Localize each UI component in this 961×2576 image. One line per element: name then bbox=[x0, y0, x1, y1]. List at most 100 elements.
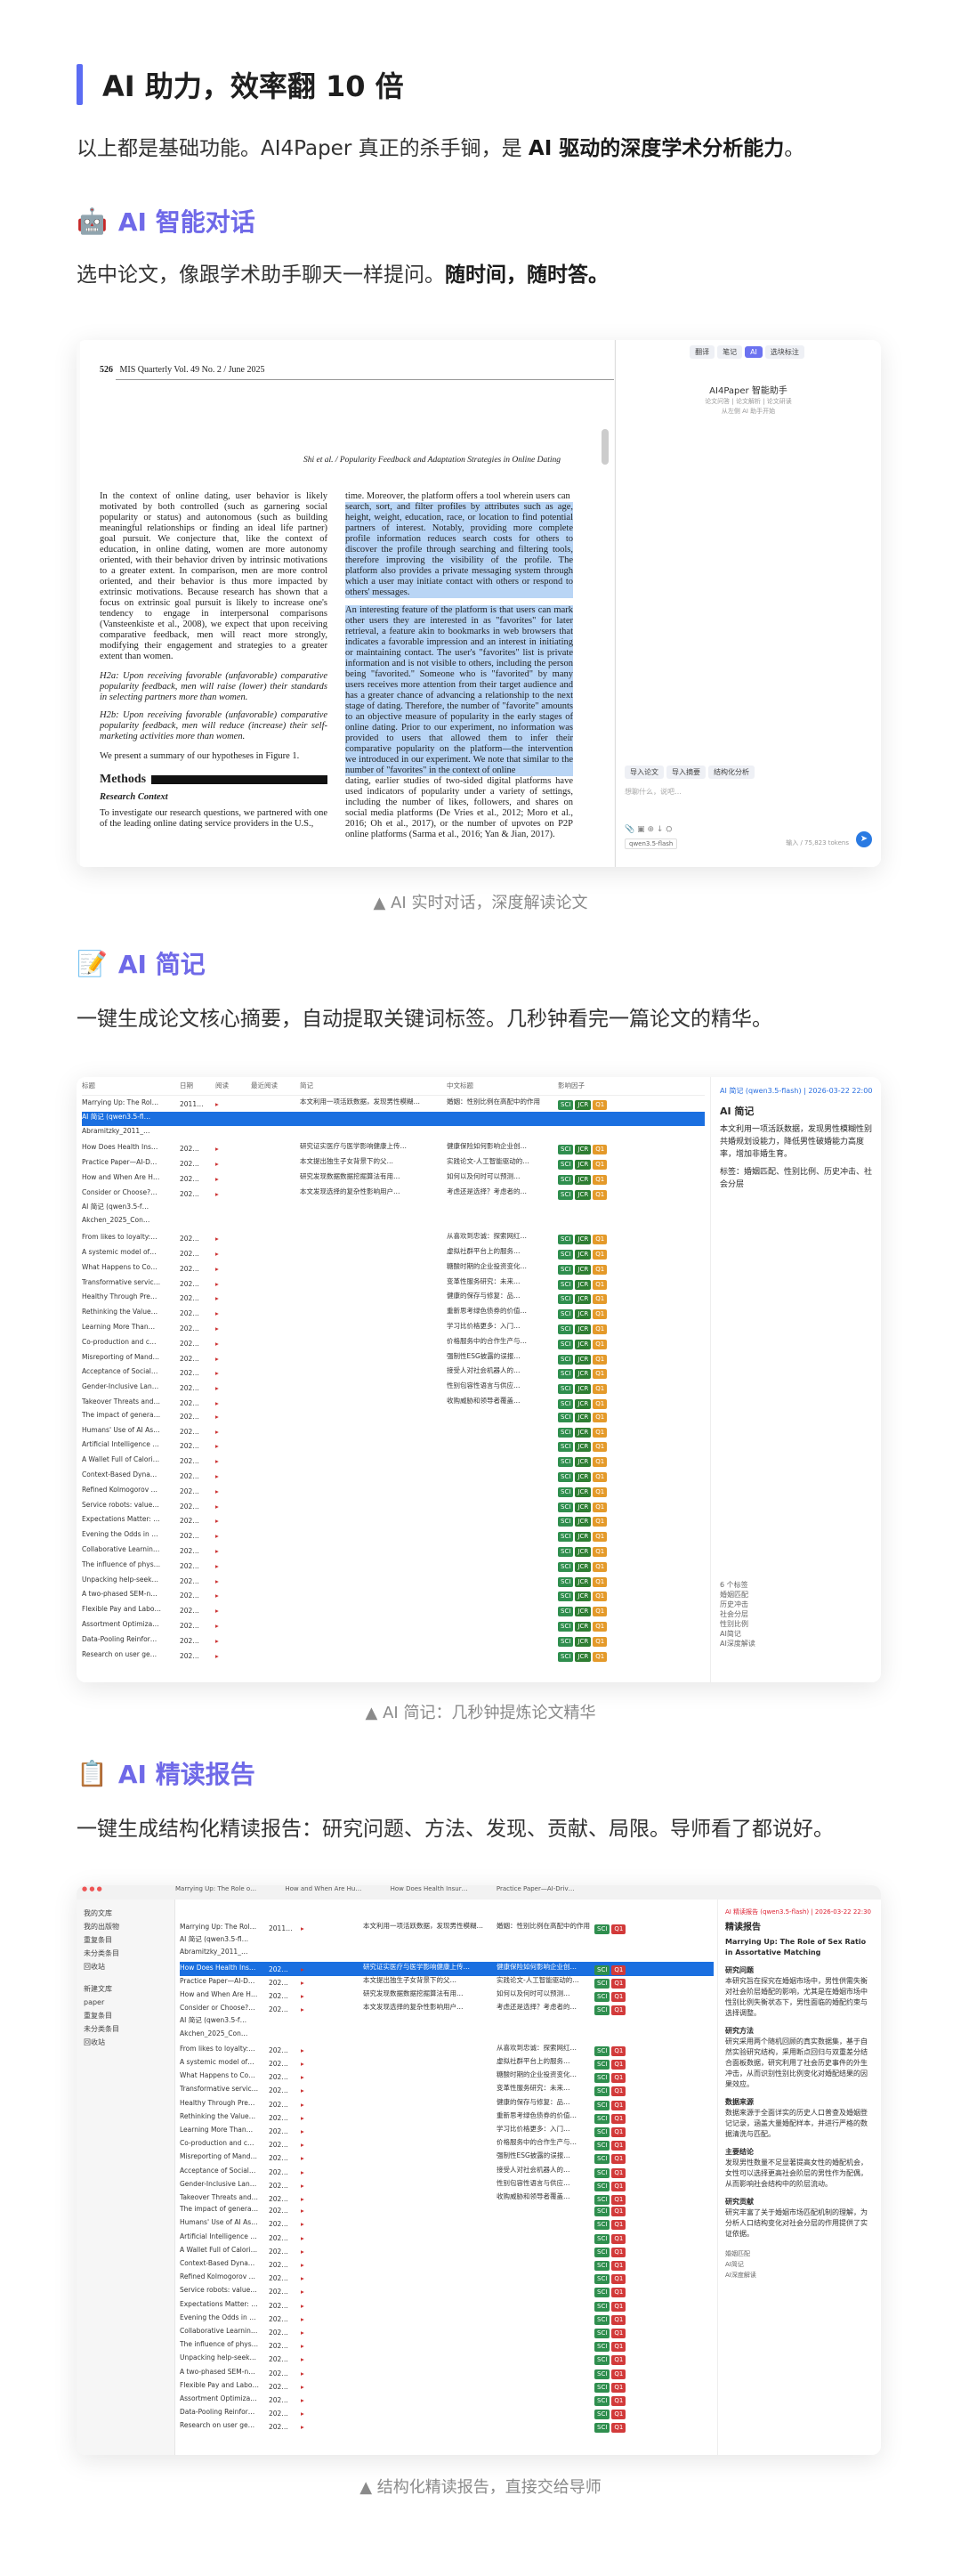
table-row[interactable]: Co-production and c… 202… ▸ 价格服务中的合作生产与… SCI… bbox=[180, 2137, 714, 2151]
table-row[interactable]: Consider or Choose?… 202… ▸ 本文发现选择的复杂性影响用户…… bbox=[180, 2002, 714, 2016]
table-row[interactable]: Evening the Odds in … 202… ▸ SCI Q1 bbox=[180, 2313, 714, 2328]
tag-item[interactable]: AI深度解读 bbox=[725, 2270, 874, 2280]
table-row[interactable]: Marrying Up: The Rol… 2011… ▸ 本文利用一项活跃数据，发现… bbox=[82, 1097, 705, 1111]
table-row[interactable]: Takeover Threats and… 202… ▸ 收购威胁和领导者覆盖… SCI… bbox=[180, 2191, 714, 2206]
tag-item[interactable]: 社会分层 bbox=[720, 1609, 755, 1619]
model-select[interactable]: qwen3.5-flash bbox=[625, 838, 678, 849]
table-row[interactable]: Misreporting of Mand… 202… ▸ 强制性ESG披露的误报… SC… bbox=[82, 1351, 705, 1365]
table-row[interactable]: Evening the Odds in … 202… ▸ SCI JCR Q1 bbox=[82, 1530, 705, 1544]
tag-item[interactable]: 性别比例 bbox=[720, 1619, 755, 1629]
table-row[interactable]: Collaborative Learnin… 202… ▸ SCI Q1 bbox=[180, 2327, 714, 2341]
table-row[interactable]: The impact of genera… 202… ▸ SCI Q1 bbox=[180, 2205, 714, 2219]
table-row[interactable]: How and When Are H… 202… ▸ 研究发现数据数据挖掘算法有用… 如… bbox=[82, 1171, 705, 1186]
table-row[interactable]: Assortment Optimiza… 202… ▸ SCI JCR Q1 bbox=[82, 1620, 705, 1634]
table-row[interactable]: Refined Kolmogorov … 202… ▸ SCI JCR Q1 bbox=[82, 1486, 705, 1500]
table-row[interactable]: Rethinking the Value… 202… ▸ 重新思考绿色债券的价值… SC… bbox=[180, 2110, 714, 2125]
tab-1[interactable]: Marrying Up: The Role o… bbox=[175, 1885, 256, 1892]
sidebar-item[interactable]: 我的文库 bbox=[84, 1907, 167, 1920]
sidebar-item[interactable]: 我的出版物 bbox=[84, 1920, 167, 1933]
table-row[interactable]: Learning More Than… 202… ▸ 学习比价格更多：入门… SCI JC… bbox=[82, 1321, 705, 1335]
table-row[interactable]: Artificial Intelligence … 202… ▸ SCI JCR Q1 bbox=[82, 1440, 705, 1454]
table-row[interactable]: Collaborative Learnin… 202… ▸ SCI JCR Q1 bbox=[82, 1545, 705, 1559]
table-row[interactable]: Humans' Use of AI As… 202… ▸ SCI Q1 bbox=[180, 2218, 714, 2232]
tab-ai[interactable]: AI bbox=[745, 346, 763, 358]
table-row[interactable]: Practice Paper—AI-D… 202… ▸ 本文提出独生子女背景下的父… 实… bbox=[180, 1975, 714, 1989]
table-row[interactable]: Learning More Than… 202… ▸ 学习比价格更多：入门… SCI Q1 bbox=[180, 2124, 714, 2138]
table-row[interactable]: Refined Kolmogorov … 202… ▸ SCI Q1 bbox=[180, 2272, 714, 2287]
tab-annotate[interactable]: 选块标注 bbox=[764, 345, 804, 359]
table-row[interactable]: Acceptance of Social… 202… ▸ 接受人对社会机器人的… SCI… bbox=[82, 1365, 705, 1380]
table-row[interactable]: Transformative servic… 202… ▸ 变革性服务研究：未来… SC… bbox=[82, 1276, 705, 1291]
table-row[interactable]: Co-production and c… 202… ▸ 价格服务中的合作生产与… SCI… bbox=[82, 1336, 705, 1350]
tab-translate[interactable]: 翻译 bbox=[690, 345, 715, 359]
table-row[interactable]: Gender-Inclusive Lan… 202… ▸ 性别包容性语言与供应… SCI… bbox=[180, 2178, 714, 2192]
tab-2[interactable]: How and When Are Hu… bbox=[285, 1885, 361, 1892]
col-impact[interactable]: 影响因子 bbox=[558, 1081, 629, 1090]
sidebar-item[interactable]: 回收站 bbox=[84, 2036, 167, 2049]
table-row[interactable]: How Does Health Ins… 202… ▸ 研究证实医疗与医学影响健康上传… bbox=[82, 1141, 705, 1155]
col-date[interactable]: 日期 bbox=[180, 1081, 215, 1090]
table-row[interactable]: Flexible Pay and Labo… 202… ▸ SCI JCR Q1 bbox=[82, 1605, 705, 1619]
table-row[interactable]: Data-Pooling Reinfor… 202… ▸ SCI JCR Q1 bbox=[82, 1635, 705, 1649]
table-row[interactable]: Rethinking the Value… 202… ▸ 重新思考绿色债券的价值… SC… bbox=[82, 1306, 705, 1320]
sidebar-item[interactable]: 新建文库 bbox=[84, 1982, 167, 1996]
tag-item[interactable]: AI简记 bbox=[725, 2259, 874, 2270]
highlight-block-1[interactable]: search, sort, and filter profiles by att… bbox=[345, 502, 573, 598]
highlight-block-2[interactable]: An interesting feature of the platform i… bbox=[345, 605, 573, 776]
table-row[interactable]: What Happens to Co… 202… ▸ 糖酸时期的企业投资变化… SCI Q… bbox=[180, 2070, 714, 2084]
col-zh-title[interactable]: 中文标题 bbox=[447, 1081, 558, 1090]
table-row[interactable]: Acceptance of Social… 202… ▸ 接受人对社会机器人的… SCI… bbox=[180, 2165, 714, 2179]
pdf-viewer[interactable]: 526 MIS Quarterly Vol. 49 No. 2 / June 2… bbox=[77, 340, 616, 867]
tag-item[interactable]: AI深度解读 bbox=[720, 1639, 755, 1648]
table-row[interactable]: Abramitzky_2011_… bbox=[82, 1127, 705, 1141]
tab-4[interactable]: Practice Paper—AI-Driv… bbox=[497, 1885, 575, 1892]
table-row[interactable]: Service robots: value… 202… ▸ SCI JCR Q1 bbox=[82, 1501, 705, 1515]
table-row[interactable]: Takeover Threats and… 202… ▸ 收购威胁和领导者覆盖… SCI… bbox=[82, 1396, 705, 1410]
table-row[interactable]: What Happens to Co… 202… ▸ 糖酸时期的企业投资变化… SCI J… bbox=[82, 1261, 705, 1276]
table-row[interactable]: Expectations Matter: … 202… ▸ SCI JCR Q1 bbox=[82, 1515, 705, 1529]
table-row[interactable]: Unpacking help-seek… 202… ▸ SCI Q1 bbox=[180, 2353, 714, 2368]
tag-item[interactable]: 婚姻匹配 bbox=[720, 1590, 755, 1600]
table-row[interactable]: Research on user ge… 202… ▸ SCI Q1 bbox=[180, 2421, 714, 2435]
tag-item[interactable]: 婚姻匹配 bbox=[725, 2248, 874, 2259]
import-abstract-button[interactable]: 导入摘要 bbox=[666, 766, 706, 779]
table-row[interactable]: A systemic model of… 202… ▸ 虚拟社群平台上的服务… SCI J… bbox=[82, 1246, 705, 1260]
chat-input[interactable]: 想聊什么，说吧… bbox=[625, 787, 872, 819]
table-row[interactable]: AI 简记 (qwen3.5-fl… bbox=[82, 1111, 705, 1126]
sidebar-item[interactable]: paper bbox=[84, 1996, 167, 2009]
table-row[interactable]: Humans' Use of AI As… 202… ▸ SCI JCR Q1 bbox=[82, 1426, 705, 1440]
tab-notes[interactable]: 笔记 bbox=[717, 345, 743, 359]
table-row[interactable]: Expectations Matter: … 202… ▸ SCI Q1 bbox=[180, 2300, 714, 2314]
table-row[interactable]: Akchen_2025_Con… bbox=[180, 2029, 714, 2044]
table-row[interactable]: Transformative servic… 202… ▸ 变革性服务研究：未来… SC… bbox=[180, 2083, 714, 2097]
sidebar-item[interactable]: 重复条目 bbox=[84, 2009, 167, 2022]
table-row[interactable]: Assortment Optimiza… 202… ▸ SCI Q1 bbox=[180, 2394, 714, 2409]
table-row[interactable]: From likes to loyalty:… 202… ▸ 从喜欢到忠诚：探索网红…… bbox=[180, 2043, 714, 2057]
structured-analysis-button[interactable]: 结构化分析 bbox=[708, 766, 755, 779]
col-read[interactable]: 阅读 bbox=[215, 1081, 251, 1090]
table-row[interactable]: Data-Pooling Reinfor… 202… ▸ SCI Q1 bbox=[180, 2408, 714, 2422]
table-row[interactable]: How and When Are H… 202… ▸ 研究发现数据数据挖掘算法有用… 如… bbox=[180, 1989, 714, 2003]
table-row[interactable]: AI 简记 (qwen3.5-fl… bbox=[180, 1934, 714, 1948]
table-row[interactable]: AI 简记 (qwen3.5-f… bbox=[180, 2015, 714, 2029]
table-row[interactable]: Context-Based Dyna… 202… ▸ SCI Q1 bbox=[180, 2259, 714, 2273]
table-row[interactable]: The influence of phys… 202… ▸ SCI Q1 bbox=[180, 2340, 714, 2354]
table-row[interactable]: A Wallet Full of Calori… 202… ▸ SCI Q1 bbox=[180, 2246, 714, 2260]
table-row[interactable]: Service robots: value… 202… ▸ SCI Q1 bbox=[180, 2286, 714, 2300]
window-controls[interactable]: ● ● ● bbox=[82, 1885, 102, 1892]
table-row[interactable]: Marrying Up: The Rol… 2011… ▸ 本文利用一项活跃数据，发现… bbox=[180, 1921, 714, 1935]
table-row[interactable]: Practice Paper—AI-D… 202… ▸ 本文提出独生子女背景下的父… 实… bbox=[82, 1156, 705, 1171]
table-row[interactable]: AI 简记 (qwen3.5-f… bbox=[82, 1202, 705, 1216]
attach-icon[interactable]: 📎 bbox=[625, 825, 634, 834]
table-row[interactable]: A systemic model of… 202… ▸ 虚拟社群平台上的服务… SCI Q… bbox=[180, 2056, 714, 2070]
table-row[interactable]: How Does Health Ins… 202… ▸ 研究证实医疗与医学影响健康上传… bbox=[180, 1961, 714, 1976]
table-row[interactable]: Abramitzky_2011_… bbox=[180, 1948, 714, 1962]
tag-item[interactable]: 历史冲击 bbox=[720, 1600, 755, 1609]
table-row[interactable]: Misreporting of Mand… 202… ▸ 强制性ESG披露的误报… SC… bbox=[180, 2151, 714, 2165]
table-row[interactable]: Healthy Through Pre… 202… ▸ 健康的保存与修复：品… SCI J… bbox=[82, 1291, 705, 1305]
table-row[interactable]: Flexible Pay and Labo… 202… ▸ SCI Q1 bbox=[180, 2381, 714, 2395]
import-paper-button[interactable]: 导入论文 bbox=[625, 766, 664, 779]
table-row[interactable]: A two-phased SEM-n… 202… ▸ SCI Q1 bbox=[180, 2368, 714, 2382]
col-title[interactable]: 标题 bbox=[82, 1081, 180, 1090]
col-recent[interactable]: 最近阅读 bbox=[251, 1081, 300, 1090]
